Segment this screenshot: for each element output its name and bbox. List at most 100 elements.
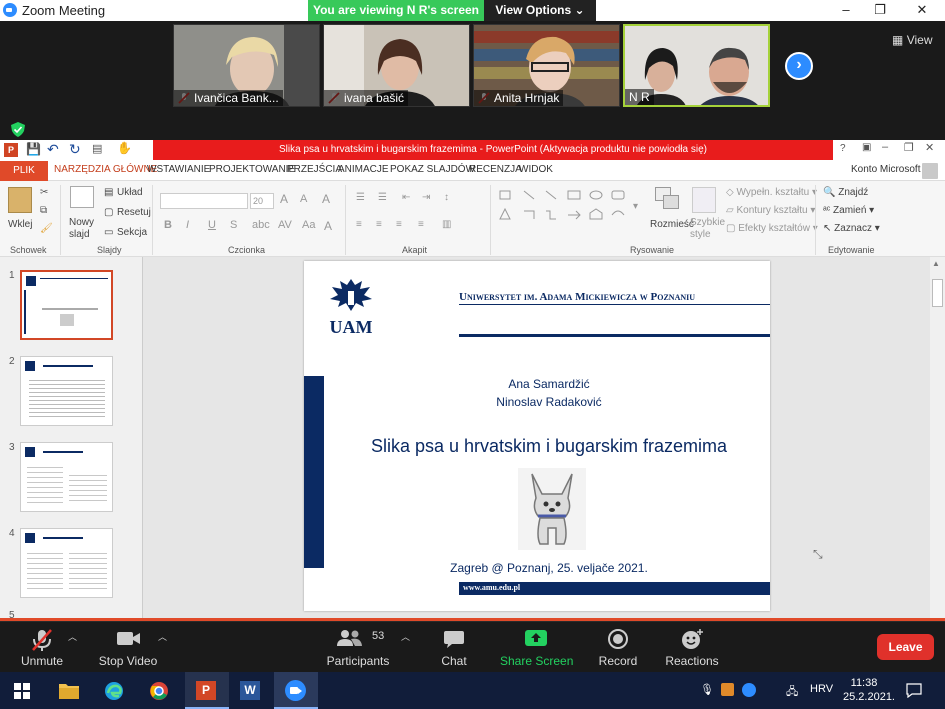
- participants-button[interactable]: 53 Participants: [323, 622, 393, 673]
- new-slide-button[interactable]: Nowy slajd: [69, 217, 99, 241]
- tab-insert[interactable]: WSTAWIANIE: [147, 164, 210, 175]
- find-button[interactable]: 🔍 Znajdź: [823, 187, 868, 198]
- grow-font-icon[interactable]: A: [280, 192, 288, 206]
- shape-fill-button[interactable]: ◇ Wypełn. kształtu ▾: [726, 187, 817, 198]
- network-icon[interactable]: 🖧: [786, 683, 798, 702]
- touch-mode-icon[interactable]: ✋: [117, 141, 132, 155]
- security-shield-icon[interactable]: [11, 122, 25, 137]
- video-tile[interactable]: Ivančica Bank...: [173, 24, 320, 107]
- strikethrough-icon[interactable]: abc: [252, 219, 270, 231]
- word-taskbar-icon[interactable]: W: [240, 681, 260, 700]
- save-icon[interactable]: 💾: [26, 142, 41, 156]
- app-tray-icon[interactable]: [721, 683, 734, 696]
- taskbar-powerpoint-active[interactable]: P: [185, 672, 229, 709]
- account-avatar[interactable]: [922, 163, 938, 179]
- reactions-button[interactable]: Reactions: [664, 622, 720, 673]
- justify-icon[interactable]: ≡: [418, 219, 424, 230]
- chrome-browser-icon[interactable]: [149, 681, 169, 701]
- video-options-caret[interactable]: ︿: [158, 630, 167, 643]
- tab-review[interactable]: RECENZJA: [469, 164, 522, 175]
- section-button[interactable]: Sekcja: [117, 227, 147, 238]
- video-tile[interactable]: ivana bašić: [323, 24, 470, 107]
- align-left-icon[interactable]: ≡: [356, 219, 362, 230]
- tab-slideshow[interactable]: POKAZ SLAJDÓW: [390, 164, 475, 175]
- paste-icon[interactable]: [8, 187, 32, 213]
- format-painter-icon[interactable]: 🖌: [40, 223, 53, 234]
- microphone-tray-icon[interactable]: 🎙: [700, 683, 714, 696]
- help-icon[interactable]: ?: [840, 143, 846, 154]
- language-indicator[interactable]: HRV: [810, 683, 833, 695]
- paste-button[interactable]: Wklej: [8, 219, 32, 230]
- share-screen-button[interactable]: Share Screen: [500, 622, 573, 673]
- copy-icon[interactable]: ⧉: [40, 205, 47, 216]
- shape-outline-button[interactable]: ▱ Kontury kształtu ▾: [726, 205, 815, 216]
- undo-icon[interactable]: ↶: [47, 141, 59, 158]
- ppt-maximize-button[interactable]: ❐: [904, 141, 914, 154]
- bullets-icon[interactable]: ☰: [356, 192, 365, 203]
- reset-button[interactable]: Resetuj: [117, 207, 151, 218]
- scroll-up-icon[interactable]: ▲: [932, 259, 940, 268]
- font-size-select[interactable]: 20: [250, 193, 274, 209]
- select-button[interactable]: ↖ Zaznacz ▾: [823, 223, 880, 234]
- align-right-icon[interactable]: ≡: [396, 219, 402, 230]
- video-tile-active-speaker[interactable]: N R: [623, 24, 770, 107]
- scrollbar-thumb[interactable]: [932, 279, 943, 307]
- arrange-icon[interactable]: [655, 187, 681, 211]
- quick-styles-icon[interactable]: [692, 187, 716, 213]
- notifications-icon[interactable]: [906, 683, 922, 698]
- tab-file[interactable]: PLIK: [0, 161, 48, 181]
- tab-design[interactable]: PROJEKTOWANIE: [209, 164, 295, 175]
- shadow-icon[interactable]: S: [230, 219, 237, 231]
- font-name-select[interactable]: [160, 193, 248, 209]
- windows-start-icon[interactable]: [14, 683, 30, 699]
- ppt-close-button[interactable]: ✕: [925, 141, 934, 154]
- slide-editing-area[interactable]: UAM Uniwersytet im. Adama Mickiewicza w …: [143, 257, 930, 621]
- edge-browser-icon[interactable]: [104, 681, 124, 701]
- quick-styles-button[interactable]: Szybkie style: [690, 217, 725, 241]
- slide-thumbnail[interactable]: [20, 528, 113, 598]
- view-button[interactable]: ▦ View: [892, 33, 932, 47]
- layout-button[interactable]: Układ: [117, 187, 143, 198]
- outdent-icon[interactable]: ⇥: [422, 192, 430, 203]
- arrange-button[interactable]: Rozmieść: [650, 219, 694, 230]
- slide-thumbnail[interactable]: [20, 270, 113, 340]
- clock[interactable]: 11:38 25.2.2021.: [843, 676, 895, 704]
- numbering-icon[interactable]: ☰: [378, 192, 387, 203]
- current-slide[interactable]: UAM Uniwersytet im. Adama Mickiewicza w …: [304, 261, 770, 611]
- slide-thumbnail[interactable]: [20, 356, 113, 426]
- case-icon[interactable]: Aa: [302, 219, 315, 231]
- next-page-button[interactable]: ›: [785, 52, 813, 80]
- new-slide-icon[interactable]: [70, 186, 94, 208]
- tab-animations[interactable]: ANIMACJE: [338, 164, 389, 175]
- ribbon-options-icon[interactable]: ▣: [862, 142, 871, 153]
- taskbar-zoom-active[interactable]: [274, 672, 318, 709]
- columns-icon[interactable]: ▥: [442, 219, 451, 230]
- vertical-scrollbar[interactable]: ▲: [930, 257, 945, 621]
- video-tile[interactable]: Anita Hrnjak: [473, 24, 620, 107]
- record-button[interactable]: Record: [594, 622, 642, 673]
- clear-format-icon[interactable]: A: [322, 192, 330, 206]
- line-spacing-icon[interactable]: ↕: [444, 192, 449, 203]
- underline-icon[interactable]: U: [208, 219, 216, 231]
- redo-icon[interactable]: ↻: [69, 141, 81, 158]
- italic-icon[interactable]: I: [186, 219, 189, 231]
- shrink-font-icon[interactable]: A: [300, 193, 307, 205]
- chat-button[interactable]: Chat: [432, 622, 476, 673]
- maximize-button[interactable]: ❐: [860, 0, 900, 21]
- zoom-tray-icon[interactable]: [742, 683, 756, 697]
- slide-thumbnail-pane[interactable]: 1 2 3 4 5: [0, 257, 143, 621]
- cut-icon[interactable]: ✂: [40, 187, 48, 198]
- shapes-more-icon[interactable]: ▾: [633, 201, 638, 212]
- tab-view[interactable]: WIDOK: [519, 164, 553, 175]
- audio-options-caret[interactable]: ︿: [68, 630, 77, 643]
- tab-transitions[interactable]: PRZEJŚCIA: [287, 164, 342, 175]
- account-label[interactable]: Konto Microsoft: [851, 164, 920, 175]
- tab-home[interactable]: NARZĘDZIA GŁÓWNE: [54, 164, 157, 175]
- font-color-icon[interactable]: A: [324, 219, 332, 233]
- bold-icon[interactable]: B: [164, 219, 172, 231]
- shapes-gallery[interactable]: [498, 189, 630, 229]
- indent-icon[interactable]: ⇤: [402, 192, 410, 203]
- view-options-button[interactable]: View Options ⌄: [484, 0, 596, 21]
- align-center-icon[interactable]: ≡: [376, 219, 382, 230]
- stop-video-button[interactable]: Stop Video: [96, 622, 160, 673]
